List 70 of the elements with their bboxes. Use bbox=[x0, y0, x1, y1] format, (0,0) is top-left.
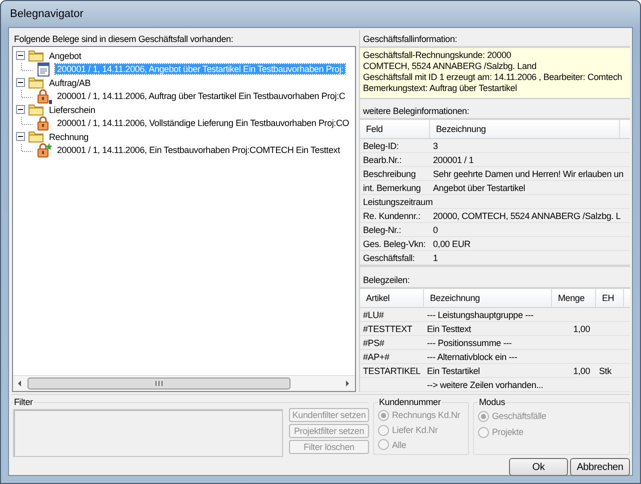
dialog-button[interactable]: Abbrechen bbox=[570, 458, 630, 476]
tree-label: Folgende Belege sind in diesem Geschäftsfall vorhanden: bbox=[13, 33, 234, 46]
table-cell-text: Stk bbox=[598, 366, 612, 376]
table-cell-text: 200001 / 1 bbox=[432, 154, 475, 164]
lock-icon bbox=[36, 88, 52, 104]
tree-folder[interactable]: Auftrag/AB bbox=[47, 78, 93, 88]
table-cell-text: 1,00 bbox=[572, 366, 591, 376]
column-header[interactable]: Feld bbox=[360, 120, 430, 138]
folder-icon bbox=[28, 49, 44, 62]
column-header[interactable]: Bezeichnung bbox=[424, 289, 552, 307]
table-cell-text: Re. Kundennr.: bbox=[362, 210, 422, 220]
collapse-icon[interactable] bbox=[16, 105, 25, 114]
table-cell-text: Bearb.Nr.: bbox=[362, 154, 403, 164]
table-cell-text: --> weitere Zeilen vorhanden... bbox=[426, 380, 544, 390]
window-title: Belegnavigator bbox=[10, 8, 84, 20]
table-cell-text: 0,00 EUR bbox=[432, 238, 472, 248]
radio-label: Rechnungs Kd.Nr bbox=[392, 410, 460, 420]
table-cell-text: Ein Testartikel bbox=[426, 366, 481, 376]
group-label: Filter bbox=[13, 397, 34, 407]
group-label: Kundennummer bbox=[378, 397, 442, 407]
document-icon bbox=[36, 62, 52, 76]
table-cell-text: Ein Testtext bbox=[426, 324, 472, 334]
table-cell-text: Angebot über Testartikel bbox=[432, 182, 526, 192]
table-cell-text: Beleg-ID: bbox=[362, 140, 400, 150]
tree-folder[interactable]: Rechnung bbox=[47, 132, 90, 142]
table-cell-text: --- Leistungshauptgruppe --- bbox=[426, 310, 534, 320]
column-header[interactable]: Bezeichnung bbox=[430, 120, 620, 138]
info-line: Geschäftsfall-Rechnungskunde: 20000 bbox=[363, 50, 512, 61]
column-header[interactable]: Menge bbox=[552, 289, 596, 307]
table-cell-text: --- Alternativblock ein --- bbox=[426, 352, 518, 362]
table-cell-text: Beleg-Nr.: bbox=[362, 224, 402, 234]
lock-icon bbox=[36, 142, 52, 158]
table-cell-text: 3 bbox=[432, 140, 439, 150]
info-line: COMTECH, 5524 ANNABERG /Salzbg. Land bbox=[363, 61, 538, 72]
table-cell-text: 1 bbox=[432, 252, 439, 262]
table-cell-text: #PS# bbox=[362, 338, 386, 348]
folder-icon bbox=[28, 103, 44, 116]
radio-label: Projekte bbox=[492, 427, 524, 437]
group-label: Modus bbox=[478, 397, 506, 407]
table-cell-text: 0 bbox=[432, 224, 439, 234]
table-cell-text: Geschäftsfall: bbox=[362, 252, 416, 262]
table-cell-text: int. Bemerkung bbox=[362, 182, 422, 192]
collapse-icon[interactable] bbox=[16, 51, 25, 60]
table-cell-text: 1,00 bbox=[572, 324, 591, 334]
collapse-icon[interactable] bbox=[16, 78, 25, 87]
table-cell-text: #TESTTEXT bbox=[362, 324, 414, 334]
tree-item[interactable]: 200001 / 1, 14.11.2006, Auftrag über Testartikel Ein Testbauvorhaben Proj:C bbox=[55, 91, 348, 101]
folder-icon bbox=[28, 130, 44, 143]
table-cell-text: Leistungszeitraum bbox=[362, 196, 430, 206]
tree-folder[interactable]: Lieferschein bbox=[47, 104, 98, 114]
table-cell-text: #LU# bbox=[362, 310, 385, 320]
info-line: Bemerkungstext: Auftrag über Testartikel bbox=[363, 83, 518, 94]
table-cell-text: #AP+# bbox=[362, 352, 390, 362]
table-cell-text: Ges. Beleg-Vkn: bbox=[362, 238, 427, 248]
tree-item[interactable]: 200001 / 1, 14.11.2006, Vollständige Lieferung Ein Testbauvorhaben Proj:CO bbox=[55, 118, 352, 128]
tree-folder[interactable]: Angebot bbox=[47, 50, 84, 60]
table-cell-text: --- Positionssumme --- bbox=[426, 338, 513, 348]
folder-icon bbox=[28, 76, 44, 89]
table-cell-text: Beschreibung bbox=[362, 168, 417, 178]
dialog-button[interactable]: Ok bbox=[509, 458, 568, 476]
radio-label: Alle bbox=[392, 440, 406, 450]
column-header[interactable]: Artikel bbox=[360, 289, 424, 307]
tree-item[interactable]: 200001 / 1, 14.11.2006, Ein Testbauvorhaben Proj:COMTECH Ein Testtext bbox=[55, 145, 342, 155]
radio-label: Geschäftsfälle bbox=[492, 411, 546, 421]
table-cell-text: 20000, COMTECH, 5524 ANNABERG /Salzbg. L bbox=[432, 210, 620, 220]
collapse-icon[interactable] bbox=[16, 132, 25, 141]
radio-label: Liefer Kd.Nr bbox=[392, 425, 438, 435]
table-cell-text: TESTARTIKEL bbox=[362, 366, 422, 376]
column-header[interactable]: EH bbox=[596, 289, 624, 307]
info-line: Geschäftsfall mit ID 1 erzeugt am: 14.11.2006 , Bearbeiter: Comtech bbox=[363, 72, 624, 83]
